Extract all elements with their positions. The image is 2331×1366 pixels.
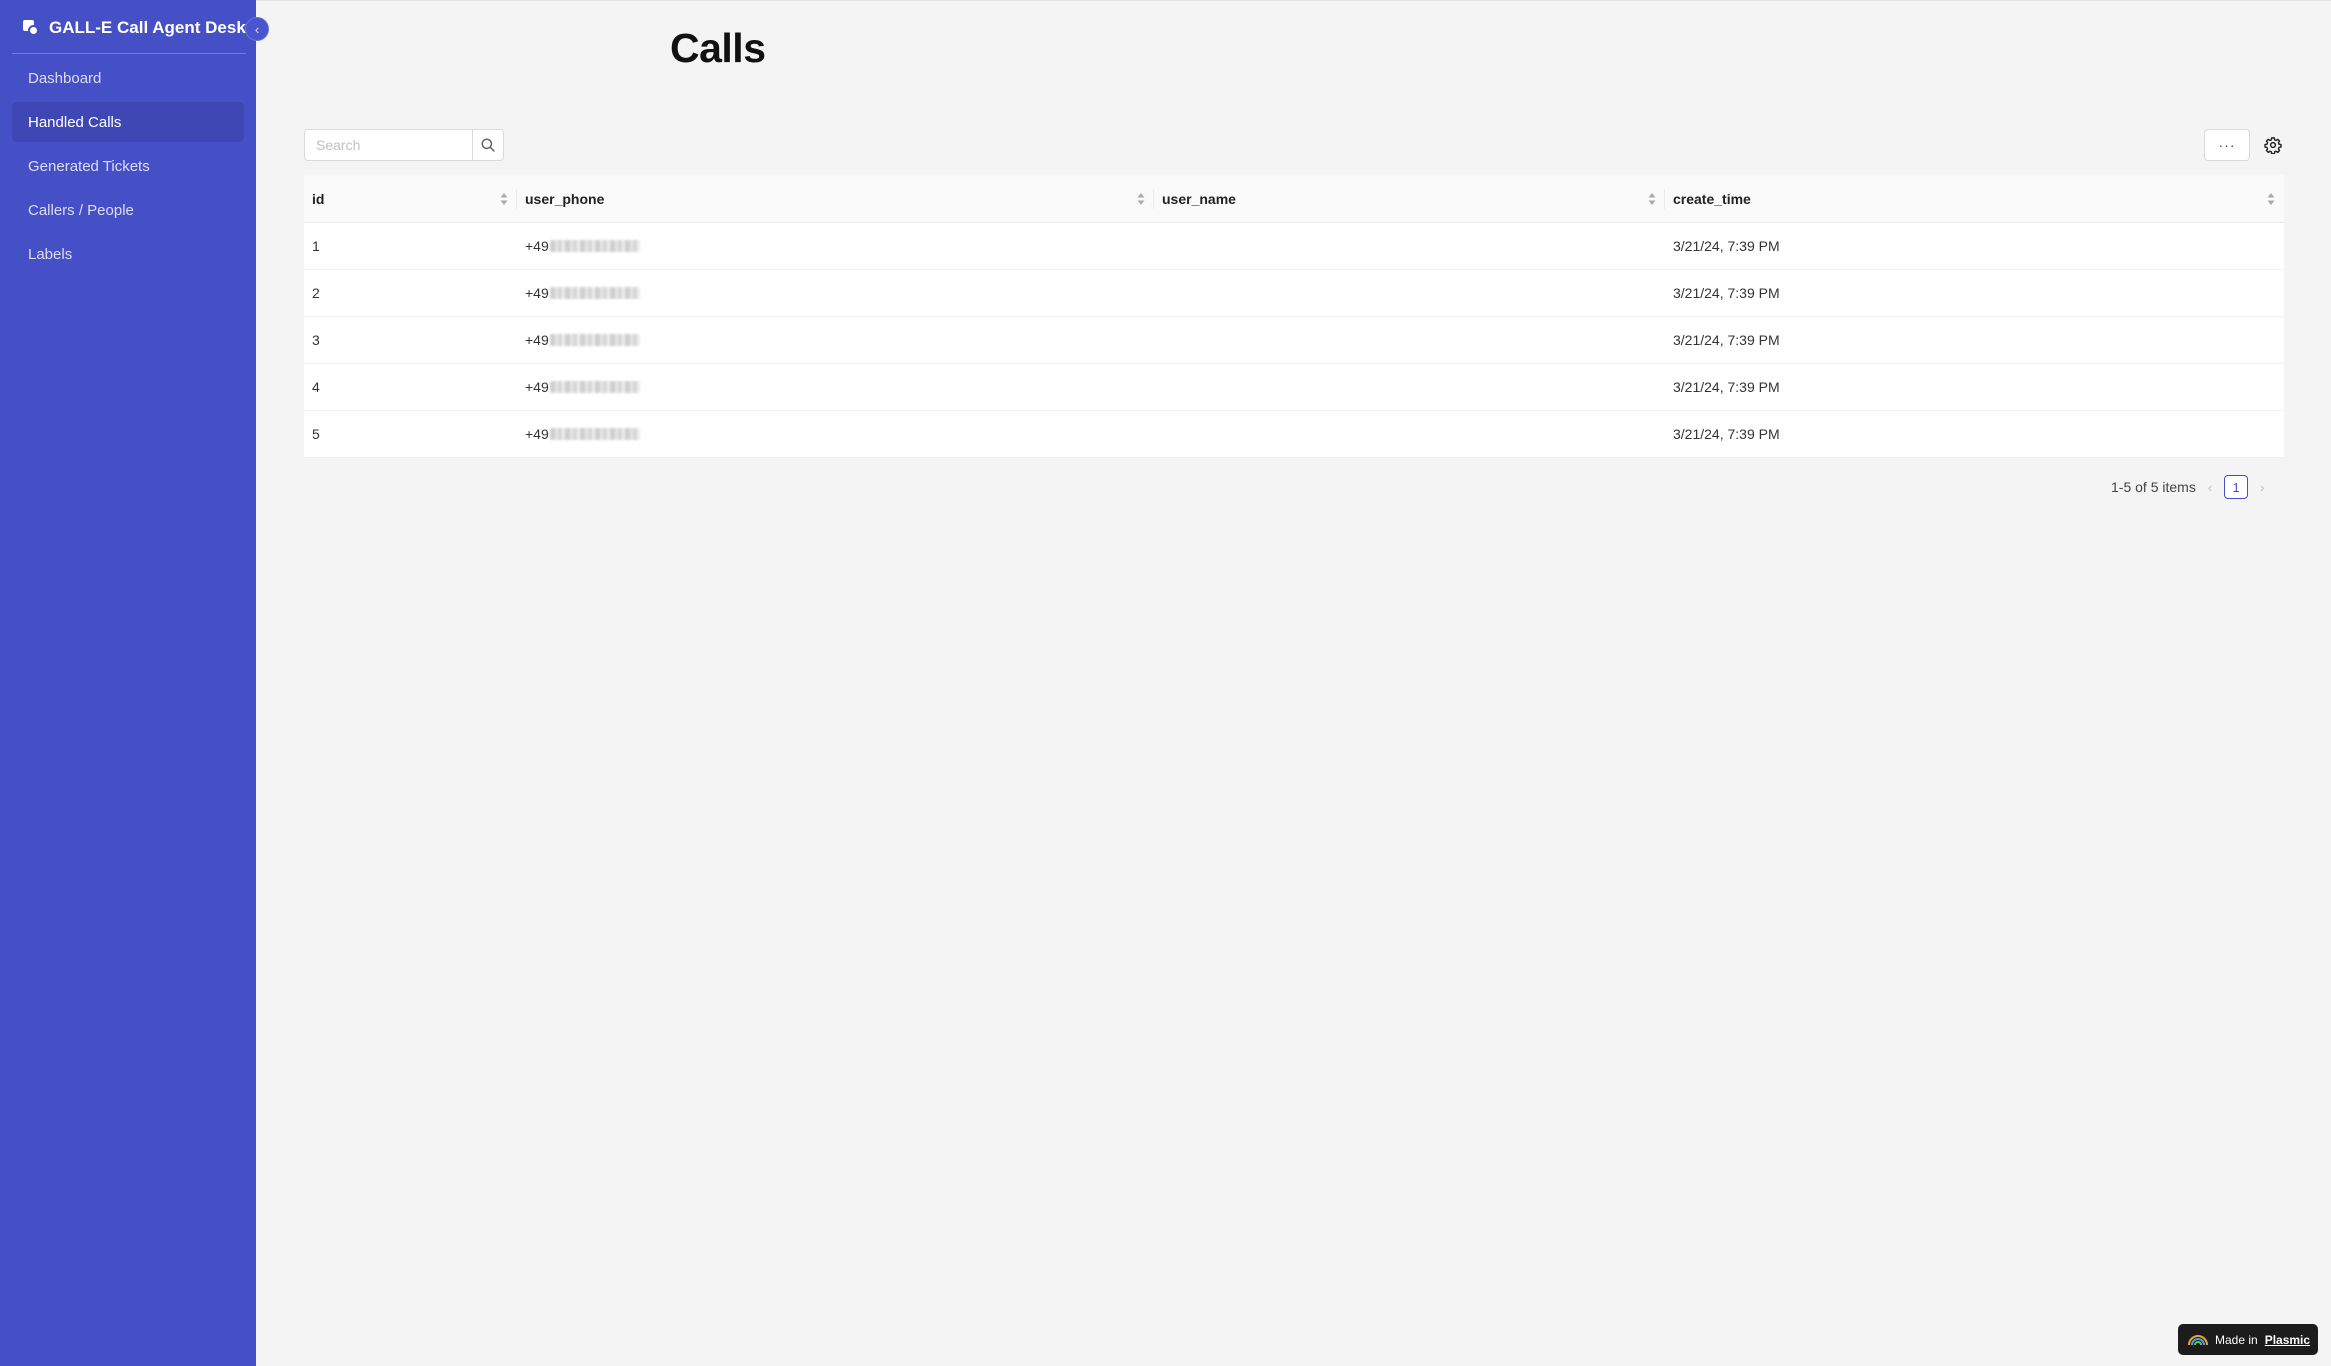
gear-icon: [2264, 137, 2282, 154]
sidebar-nav: Dashboard Handled Calls Generated Ticket…: [12, 58, 244, 278]
table-settings-button[interactable]: [2261, 133, 2285, 157]
redacted-phone: [549, 381, 640, 393]
sort-icon[interactable]: [499, 191, 509, 207]
plasmic-link[interactable]: Plasmic: [2265, 1333, 2310, 1347]
sidebar-item-label: Callers / People: [28, 201, 134, 219]
search-icon: [481, 138, 495, 152]
cell-user-phone: +49: [517, 364, 1154, 410]
pagination: 1-5 of 5 items ‹ 1 ›: [2111, 475, 2265, 499]
redacted-phone: [549, 334, 640, 346]
cell-user-phone: +49: [517, 317, 1154, 363]
sort-icon[interactable]: [2266, 191, 2276, 207]
cell-create-time: 3/21/24, 7:39 PM: [1673, 332, 1780, 348]
cell-id: 4: [312, 379, 320, 395]
app-logo-icon: [22, 19, 40, 37]
table-row[interactable]: 2 +49 3/21/24, 7:39 PM: [304, 270, 2284, 317]
cell-user-phone: +49: [517, 411, 1154, 457]
column-header-user-name[interactable]: user_name: [1154, 175, 1665, 222]
calls-table: id user_phone user_name create_time 1 +4…: [304, 175, 2284, 458]
column-header-id[interactable]: id: [304, 175, 517, 222]
table-header: id user_phone user_name create_time: [304, 175, 2284, 223]
made-in-plasmic-badge[interactable]: Made in Plasmic: [2178, 1324, 2318, 1355]
cell-user-name: [1154, 364, 1665, 410]
column-header-label: user_phone: [525, 190, 605, 207]
cell-id: 3: [312, 332, 320, 348]
phone-prefix: +49: [525, 332, 549, 348]
column-header-label: create_time: [1673, 190, 1751, 207]
sidebar-item-callers-people[interactable]: Callers / People: [12, 190, 244, 230]
redacted-phone: [549, 287, 640, 299]
phone-prefix: +49: [525, 285, 549, 301]
column-header-label: user_name: [1162, 190, 1236, 207]
column-header-label: id: [312, 190, 325, 207]
table-row[interactable]: 5 +49 3/21/24, 7:39 PM: [304, 411, 2284, 458]
cell-user-phone: +49: [517, 223, 1154, 269]
phone-prefix: +49: [525, 238, 549, 254]
brand[interactable]: GALL-E Call Agent Desk: [22, 14, 246, 42]
table-row[interactable]: 1 +49 3/21/24, 7:39 PM: [304, 223, 2284, 270]
chevron-right-icon[interactable]: ›: [2260, 480, 2264, 495]
cell-create-time: 3/21/24, 7:39 PM: [1673, 426, 1780, 442]
sidebar-divider: [12, 53, 246, 54]
sidebar-item-handled-calls[interactable]: Handled Calls: [12, 102, 244, 142]
cell-id: 1: [312, 238, 320, 254]
phone-prefix: +49: [525, 379, 549, 395]
cell-user-name: [1154, 223, 1665, 269]
sidebar-item-label: Dashboard: [28, 69, 102, 87]
search-input[interactable]: [304, 129, 472, 161]
more-options-button[interactable]: ···: [2204, 129, 2250, 161]
cell-user-name: [1154, 317, 1665, 363]
cell-create-time: 3/21/24, 7:39 PM: [1673, 238, 1780, 254]
column-header-user-phone[interactable]: user_phone: [517, 175, 1154, 222]
badge-prefix: Made in: [2215, 1332, 2258, 1347]
sidebar-item-dashboard[interactable]: Dashboard: [12, 58, 244, 98]
cell-user-name: [1154, 270, 1665, 316]
sidebar: GALL-E Call Agent Desk Dashboard Handled…: [0, 0, 256, 1366]
redacted-phone: [549, 240, 640, 252]
rainbow-icon: [2188, 1334, 2208, 1345]
cell-create-time: 3/21/24, 7:39 PM: [1673, 285, 1780, 301]
sort-icon[interactable]: [1136, 191, 1146, 207]
sidebar-item-labels[interactable]: Labels: [12, 234, 244, 274]
cell-create-time: 3/21/24, 7:39 PM: [1673, 379, 1780, 395]
sidebar-item-generated-tickets[interactable]: Generated Tickets: [12, 146, 244, 186]
redacted-phone: [549, 428, 640, 440]
search-button[interactable]: [472, 129, 504, 161]
cell-id: 2: [312, 285, 320, 301]
cell-id: 5: [312, 426, 320, 442]
cell-user-name: [1154, 411, 1665, 457]
sidebar-item-label: Handled Calls: [28, 113, 122, 131]
chevron-left-icon[interactable]: ‹: [2208, 480, 2212, 495]
table-row[interactable]: 4 +49 3/21/24, 7:39 PM: [304, 364, 2284, 411]
sidebar-collapse-button[interactable]: ‹: [245, 17, 269, 41]
phone-prefix: +49: [525, 426, 549, 442]
more-icon: ···: [2218, 137, 2236, 153]
sidebar-item-label: Generated Tickets: [28, 157, 150, 175]
page-title: Calls: [670, 25, 766, 71]
page-button-current[interactable]: 1: [2224, 475, 2249, 499]
app-title: GALL-E Call Agent Desk: [49, 18, 246, 37]
sort-icon[interactable]: [1647, 191, 1657, 207]
pagination-summary: 1-5 of 5 items: [2111, 479, 2196, 495]
search-bar: [304, 129, 504, 161]
sidebar-item-label: Labels: [28, 245, 73, 263]
column-header-create-time[interactable]: create_time: [1665, 175, 2284, 222]
table-row[interactable]: 3 +49 3/21/24, 7:39 PM: [304, 317, 2284, 364]
main-content: Calls ··· id user_phone: [256, 0, 2331, 1366]
cell-user-phone: +49: [517, 270, 1154, 316]
chevron-left-icon: ‹: [254, 21, 260, 37]
